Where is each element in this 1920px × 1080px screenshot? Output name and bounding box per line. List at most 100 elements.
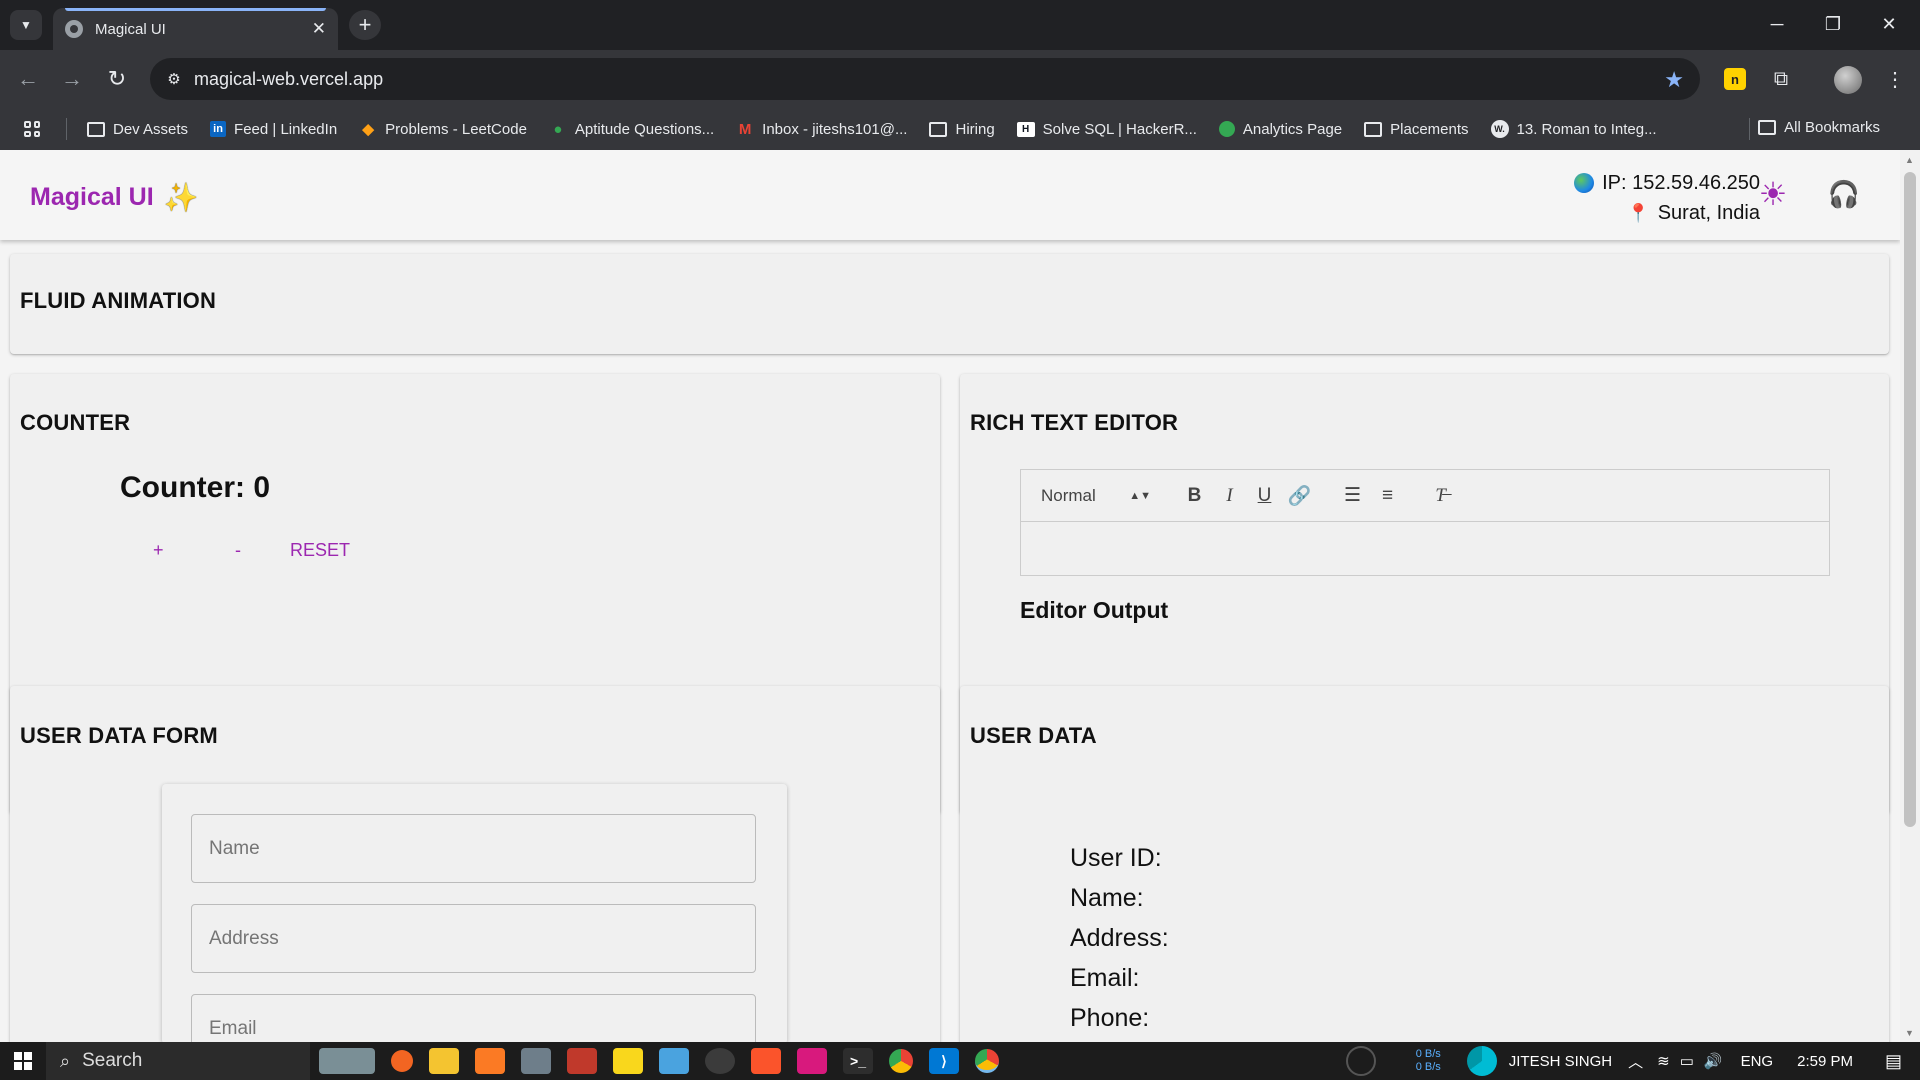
bookmark-hackerrank[interactable]: H Solve SQL | HackerR...: [1016, 121, 1197, 138]
bookmark-label: Placements: [1390, 120, 1469, 138]
postman-icon[interactable]: [391, 1050, 413, 1072]
name-input[interactable]: [191, 814, 756, 883]
notifications-icon[interactable]: ▤: [1885, 1051, 1902, 1072]
all-bookmarks-divider: [1749, 118, 1750, 140]
app-icon[interactable]: [567, 1048, 597, 1074]
volume-icon[interactable]: 🔊: [1704, 1052, 1723, 1070]
sticky-notes-icon[interactable]: [613, 1048, 643, 1074]
underline-button[interactable]: U: [1247, 485, 1282, 507]
bookmark-label: Feed | LinkedIn: [234, 120, 338, 138]
close-window-icon[interactable]: ✕: [1864, 8, 1914, 40]
user-address-label: Address:: [1070, 924, 1169, 952]
all-bookmarks-button[interactable]: All Bookmarks: [1758, 119, 1880, 136]
scroll-down-icon[interactable]: ▼: [1905, 1028, 1914, 1038]
site-info-icon[interactable]: ⚙: [154, 58, 194, 100]
chevron-up-icon[interactable]: ︿: [1628, 1051, 1643, 1072]
intellij-icon[interactable]: [797, 1048, 827, 1074]
bookmark-leetcode[interactable]: ◆ Problems - LeetCode: [359, 121, 527, 139]
net-up-speed: 0 B/s: [1415, 1048, 1441, 1060]
activity-ring-icon: [1345, 1046, 1376, 1076]
folder-icon: [1758, 120, 1777, 135]
brand-logo[interactable]: Magical UI ✨: [30, 181, 199, 214]
bookmark-label: Analytics Page: [1242, 120, 1343, 138]
format-select[interactable]: Normal ▲▼: [1041, 486, 1151, 506]
bookmark-analytics[interactable]: Analytics Page: [1218, 120, 1343, 138]
page-scrollbar[interactable]: ▲ ▼: [1900, 150, 1920, 1042]
theme-toggle-sun-icon[interactable]: ☀: [1755, 176, 1791, 212]
support-headset-icon[interactable]: 🎧: [1826, 176, 1862, 212]
increment-button[interactable]: +: [153, 540, 164, 561]
globe-icon: [1574, 173, 1595, 193]
address-bar[interactable]: ⚙ magical-web.vercel.app ★: [150, 58, 1700, 100]
url-text: magical-web.vercel.app: [194, 68, 384, 89]
bookmark-gmail[interactable]: M Inbox - jiteshs101@...: [736, 121, 908, 138]
bookmark-label: Hiring: [955, 120, 995, 138]
clock[interactable]: 2:59 PM: [1797, 1053, 1853, 1070]
email-input[interactable]: [191, 994, 756, 1042]
bold-button[interactable]: B: [1177, 485, 1212, 507]
bullet-list-icon[interactable]: ≡: [1370, 485, 1405, 507]
clear-format-icon[interactable]: T̶: [1423, 485, 1458, 507]
user-email-label: Email:: [1070, 964, 1140, 992]
xampp-icon[interactable]: [475, 1048, 505, 1074]
taskbar-search[interactable]: ⌕ Search: [46, 1042, 310, 1080]
bookmark-hiring[interactable]: Hiring: [929, 120, 995, 138]
battery-icon[interactable]: ▭: [1680, 1052, 1694, 1070]
chrome-active-icon[interactable]: [975, 1049, 999, 1073]
extensions-puzzle-icon[interactable]: ⧉: [1766, 64, 1796, 94]
widget-thumbnail-icon[interactable]: [319, 1048, 375, 1074]
fluid-animation-card: FLUID ANIMATION: [10, 254, 1889, 354]
apps-grid-icon[interactable]: [24, 121, 40, 137]
format-select-value: Normal: [1041, 485, 1096, 505]
profile-avatar[interactable]: [1834, 66, 1862, 94]
bookmark-aptitude[interactable]: ● Aptitude Questions...: [549, 121, 714, 138]
file-explorer-icon[interactable]: [429, 1048, 459, 1074]
norton-extension-icon[interactable]: n: [1724, 68, 1746, 90]
scroll-up-icon[interactable]: ▲: [1905, 155, 1914, 165]
bookmark-placements[interactable]: Placements: [1364, 120, 1469, 138]
bookmark-linkedin[interactable]: in Feed | LinkedIn: [210, 121, 337, 138]
scrollbar-thumb[interactable]: [1904, 172, 1916, 827]
back-arrow-icon[interactable]: ←: [12, 63, 44, 95]
user-data-title: USER DATA: [970, 723, 1097, 748]
forward-arrow-icon[interactable]: →: [56, 63, 88, 95]
user-name-label: Name:: [1070, 884, 1144, 912]
chrome-icon[interactable]: [889, 1049, 913, 1073]
decrement-button[interactable]: -: [235, 540, 241, 561]
notes-app-icon[interactable]: [659, 1048, 689, 1074]
aptitude-icon: ●: [553, 120, 563, 138]
github-desktop-icon[interactable]: [705, 1048, 735, 1074]
tab-search-button[interactable]: ▼: [10, 10, 42, 40]
brave-browser-icon[interactable]: [751, 1048, 781, 1074]
tab-close-icon[interactable]: ✕: [312, 19, 326, 39]
reload-icon[interactable]: ↻: [101, 63, 133, 95]
reset-button[interactable]: RESET: [290, 540, 350, 561]
bookmark-dev-assets[interactable]: Dev Assets: [87, 121, 188, 138]
windows-start-icon[interactable]: [0, 1042, 46, 1080]
italic-button[interactable]: I: [1212, 485, 1247, 507]
new-tab-button[interactable]: +: [349, 10, 381, 40]
minimize-icon[interactable]: ─: [1752, 8, 1802, 40]
tab-title: Magical UI: [95, 20, 166, 38]
rich-text-editor-title: RICH TEXT EDITOR: [970, 410, 1179, 435]
widget-circle-icon[interactable]: [1466, 1046, 1497, 1076]
folder-icon: [87, 121, 105, 137]
ordered-list-icon[interactable]: ☰: [1335, 484, 1370, 507]
link-icon[interactable]: 🔗: [1282, 484, 1317, 508]
app-header: Magical UI ✨ IP: 152.59.46.250 📍 Surat, I…: [0, 150, 1900, 240]
bookmark-label: Aptitude Questions...: [574, 120, 715, 138]
editor-output-label: Editor Output: [1020, 597, 1169, 623]
terminal-icon[interactable]: >_: [843, 1048, 873, 1074]
camera-icon[interactable]: [521, 1048, 551, 1074]
bookmarks-bar: Dev Assets in Feed | LinkedIn ◆ Problems -…: [0, 108, 1920, 150]
bookmark-star-icon[interactable]: ★: [1664, 67, 1684, 93]
editor-content-area[interactable]: [1020, 522, 1830, 576]
bookmark-roman-to-integer[interactable]: W. 13. Roman to Integ...: [1490, 120, 1657, 138]
vscode-icon[interactable]: ⟩: [929, 1048, 959, 1074]
browser-tab-active[interactable]: Magical UI ✕: [53, 8, 338, 50]
wifi-icon[interactable]: ≋: [1657, 1052, 1670, 1070]
restore-icon[interactable]: ❐: [1808, 8, 1858, 40]
address-input[interactable]: [191, 904, 756, 973]
language-indicator[interactable]: ENG: [1741, 1053, 1774, 1070]
browser-menu-icon[interactable]: ⋮: [1880, 64, 1910, 94]
